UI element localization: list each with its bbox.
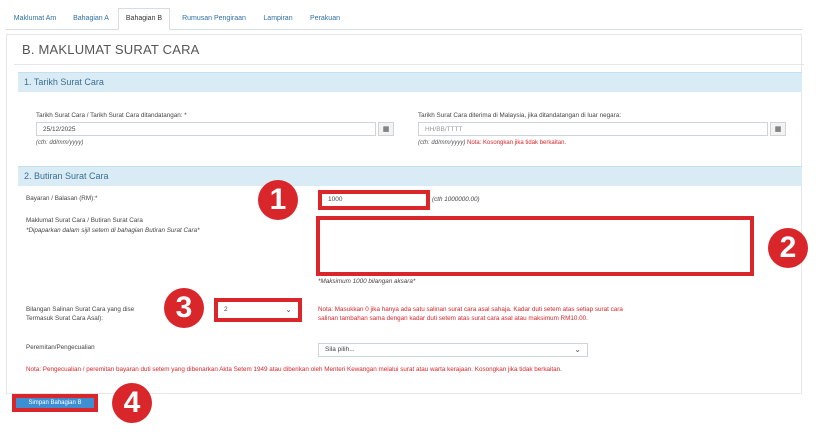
- copies-value: 2: [224, 306, 228, 313]
- copies-label-line1: Bilangan Salinan Surat Cara yang dise: [26, 306, 135, 313]
- section-title: 1. Tarikh Surat Cara: [24, 77, 104, 87]
- title-divider: [14, 64, 804, 65]
- tab-bahagian-b[interactable]: Bahagian B: [118, 8, 170, 30]
- page-title: B. MAKLUMAT SURAT CARA: [22, 42, 200, 57]
- date-signed-hint: (cth: dd/mm/yyyy): [36, 140, 84, 146]
- tab-bahagian-a[interactable]: Bahagian A: [68, 8, 114, 30]
- date-received-input[interactable]: HH/BB/TTTT: [418, 122, 768, 136]
- tab-rumusan-pengiraan[interactable]: Rumusan Pengiraan: [174, 8, 254, 30]
- date-signed-label-text: Tarikh Surat Cara / Tarikh Surat Cara di…: [36, 112, 183, 119]
- tab-maklumat-am[interactable]: Maklumat Am: [6, 8, 64, 30]
- step-badge-3: 3: [164, 288, 204, 328]
- save-button[interactable]: Simpan Bahagian B: [16, 398, 94, 408]
- calendar-icon[interactable]: ▦: [770, 122, 786, 136]
- copies-note-line1: Nota: Masukkan 0 jika hanya ada satu sal…: [318, 306, 623, 313]
- payment-hint: (cth 1000000.00): [432, 196, 480, 203]
- tab-perakuan[interactable]: Perakuan: [302, 8, 348, 30]
- copies-select[interactable]: 2 ⌄: [214, 298, 302, 322]
- step-badge-1: 1: [258, 180, 298, 220]
- date-received-hint-row: (cth: dd/mm/yyyy) Nota: Kosongkan jika t…: [418, 140, 566, 146]
- details-textarea[interactable]: [316, 216, 754, 276]
- exemption-note: Nota: Pengecualian / peremitan bayaran d…: [26, 366, 562, 373]
- payment-label: Bayaran / Balasan (RM):*: [26, 195, 98, 202]
- details-max-hint: *Maksimum 1000 bilangan aksara*: [318, 278, 416, 285]
- tab-lampiran[interactable]: Lampiran: [256, 8, 300, 30]
- chevron-down-icon: ⌄: [285, 305, 292, 314]
- details-sublabel: *Dipaparkan dalam sijil setem di bahagia…: [26, 227, 200, 234]
- copies-note-line2: salinan tambahan sama dengan kadar duti …: [318, 315, 588, 322]
- date-signed-label: Tarikh Surat Cara / Tarikh Surat Cara di…: [36, 112, 187, 119]
- chevron-down-icon: ⌄: [574, 345, 581, 354]
- required-marker: *: [184, 112, 187, 119]
- section-title: 2. Butiran Surat Cara: [24, 171, 109, 181]
- payment-input[interactable]: 1000: [318, 190, 430, 210]
- step-badge-2: 2: [768, 228, 808, 268]
- date-signed-input[interactable]: 25/12/2025: [36, 122, 376, 136]
- exemption-select[interactable]: Sila pilih... ⌄: [318, 343, 588, 357]
- exemption-label: Peremitan/Pengecualian: [26, 344, 95, 351]
- date-received-note: Nota: Kosongkan jika tidak berkaitan.: [467, 140, 567, 146]
- exemption-value: Sila pilih...: [325, 346, 355, 353]
- section-header-butiran: 2. Butiran Surat Cara: [18, 166, 802, 186]
- step-badge-4: 4: [112, 383, 152, 423]
- tab-bar: Maklumat Am Bahagian A Bahagian B Rumusa…: [6, 8, 802, 30]
- section-header-tarikh: 1. Tarikh Surat Cara: [18, 72, 802, 92]
- details-label: Maklumat Surat Cara / Butiran Surat Cara: [26, 217, 143, 224]
- calendar-icon[interactable]: ▦: [378, 122, 394, 136]
- date-received-label: Tarikh Surat Cara diterima di Malaysia, …: [418, 112, 622, 119]
- date-received-hint: (cth: dd/mm/yyyy): [418, 140, 466, 146]
- copies-label-line2: Termasuk Surat Cara Asal):: [26, 315, 103, 322]
